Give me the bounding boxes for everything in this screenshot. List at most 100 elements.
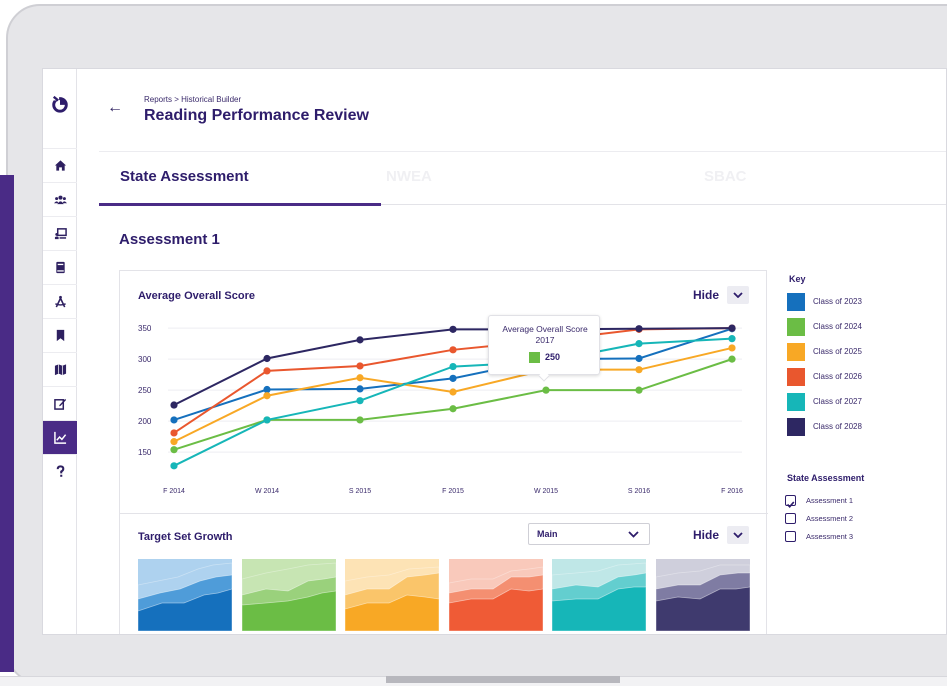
sidebar-item-home[interactable] bbox=[43, 148, 77, 182]
data-point[interactable] bbox=[449, 374, 457, 382]
x-tick-label: S 2016 bbox=[628, 488, 650, 495]
edit-icon bbox=[53, 398, 66, 410]
growth-area-tile[interactable] bbox=[448, 559, 543, 631]
tooltip-value: 250 bbox=[545, 352, 561, 362]
growth-area-tile[interactable] bbox=[241, 559, 336, 631]
x-tick-label: S 2015 bbox=[349, 488, 371, 495]
chevron-down-icon bbox=[733, 532, 743, 538]
sidebar-item-map[interactable] bbox=[43, 352, 77, 386]
data-point[interactable] bbox=[356, 416, 364, 424]
growth-area-tile[interactable] bbox=[138, 559, 232, 631]
x-tick-label: F 2014 bbox=[163, 488, 185, 495]
data-point[interactable] bbox=[170, 429, 178, 437]
tooltip-year: 2017 bbox=[535, 335, 555, 345]
growth-hide-button[interactable]: Hide bbox=[693, 528, 719, 542]
data-point[interactable] bbox=[263, 385, 271, 394]
legend-label: Class of 2025 bbox=[813, 347, 862, 356]
y-tick-label: 300 bbox=[138, 355, 152, 364]
data-point[interactable] bbox=[356, 385, 364, 393]
y-tick-label: 350 bbox=[138, 324, 152, 333]
home-icon bbox=[54, 160, 66, 171]
sidebar bbox=[43, 69, 77, 634]
background-accent-bar bbox=[0, 175, 14, 672]
data-point[interactable] bbox=[449, 362, 457, 371]
data-point[interactable] bbox=[356, 374, 364, 382]
series-line-class-of-2024[interactable] bbox=[173, 358, 733, 451]
data-point[interactable] bbox=[635, 340, 643, 348]
growth-area-tile[interactable] bbox=[345, 559, 439, 631]
map-icon bbox=[54, 364, 66, 376]
data-point[interactable] bbox=[635, 366, 643, 374]
tab-nwea[interactable]: NWEA bbox=[386, 168, 432, 185]
sidebar-item-classroom[interactable] bbox=[43, 216, 77, 250]
compass-icon bbox=[54, 295, 66, 308]
legend-label: Class of 2026 bbox=[813, 372, 862, 381]
y-tick-label: 150 bbox=[138, 448, 152, 457]
tab-sbac[interactable]: SBAC bbox=[704, 168, 747, 185]
breadcrumb[interactable]: Reports > Historical Builder bbox=[144, 95, 241, 104]
growth-view-select[interactable]: Main bbox=[528, 523, 650, 545]
assessment-checkbox[interactable] bbox=[785, 495, 796, 508]
presentation-icon bbox=[54, 228, 67, 240]
help-icon bbox=[56, 465, 64, 477]
data-point[interactable] bbox=[263, 392, 271, 400]
x-tick-label: W 2014 bbox=[255, 488, 279, 495]
assessment-checkbox-label: Assessment 1 bbox=[806, 496, 854, 505]
data-point[interactable] bbox=[728, 355, 736, 363]
legend-swatch bbox=[787, 343, 805, 361]
data-point[interactable] bbox=[635, 354, 643, 363]
app-logo-icon[interactable] bbox=[51, 95, 69, 113]
section-title: Assessment 1 bbox=[119, 231, 220, 248]
assessment-checkbox-label: Assessment 2 bbox=[806, 514, 854, 523]
sidebar-item-edit[interactable] bbox=[43, 386, 77, 420]
data-point[interactable] bbox=[449, 388, 457, 396]
chart-card: Average Overall Score Hide 150 200 250 300 3… bbox=[119, 270, 768, 634]
growth-area-tile[interactable] bbox=[552, 559, 646, 631]
sidebar-item-library[interactable] bbox=[43, 250, 77, 284]
page-title: Reading Performance Review bbox=[144, 107, 369, 124]
tab-state-assessment[interactable]: State Assessment bbox=[120, 168, 249, 185]
legend-swatch bbox=[787, 368, 805, 386]
data-point[interactable] bbox=[263, 367, 271, 375]
data-point[interactable] bbox=[449, 346, 457, 354]
card-divider bbox=[120, 513, 768, 514]
data-point[interactable] bbox=[356, 362, 364, 370]
x-tick-label: F 2015 bbox=[442, 488, 464, 495]
bookmark-icon bbox=[56, 329, 64, 342]
data-point[interactable] bbox=[728, 335, 736, 343]
data-point[interactable] bbox=[728, 344, 736, 352]
sidebar-item-help[interactable] bbox=[43, 454, 77, 488]
growth-collapse-button[interactable] bbox=[727, 526, 749, 544]
growth-view-select-value: Main bbox=[537, 529, 558, 539]
data-point[interactable] bbox=[728, 324, 736, 332]
y-tick-label: 200 bbox=[138, 417, 152, 426]
sidebar-item-users[interactable] bbox=[43, 182, 77, 216]
data-point[interactable] bbox=[170, 401, 178, 409]
data-point[interactable] bbox=[263, 354, 271, 363]
data-point[interactable] bbox=[170, 462, 178, 470]
tooltip-title: Average Overall Score bbox=[502, 324, 588, 334]
series-line-class-of-2027[interactable] bbox=[173, 337, 733, 467]
sidebar-item-reports[interactable] bbox=[43, 420, 77, 454]
data-point[interactable] bbox=[170, 438, 178, 446]
assessment-checkbox[interactable] bbox=[785, 531, 796, 542]
data-point[interactable] bbox=[542, 386, 550, 394]
growth-area-tile[interactable] bbox=[655, 559, 750, 631]
data-point[interactable] bbox=[170, 446, 178, 454]
data-point[interactable] bbox=[449, 405, 457, 413]
data-point[interactable] bbox=[263, 416, 271, 424]
data-point[interactable] bbox=[635, 325, 643, 333]
data-point[interactable] bbox=[356, 336, 364, 344]
sidebar-item-tools[interactable] bbox=[43, 284, 77, 318]
assessment-checkbox[interactable] bbox=[785, 513, 796, 524]
legend-label: Class of 2028 bbox=[813, 422, 862, 431]
sidebar-item-bookmarks[interactable] bbox=[43, 318, 77, 352]
legend-swatch bbox=[787, 293, 805, 311]
tooltip-swatch bbox=[529, 352, 540, 363]
data-point[interactable] bbox=[356, 397, 364, 405]
data-point[interactable] bbox=[449, 325, 457, 333]
back-arrow-icon[interactable]: ← bbox=[107, 99, 123, 117]
checkmark-icon bbox=[786, 501, 795, 508]
data-point[interactable] bbox=[170, 416, 178, 424]
data-point[interactable] bbox=[635, 386, 643, 394]
